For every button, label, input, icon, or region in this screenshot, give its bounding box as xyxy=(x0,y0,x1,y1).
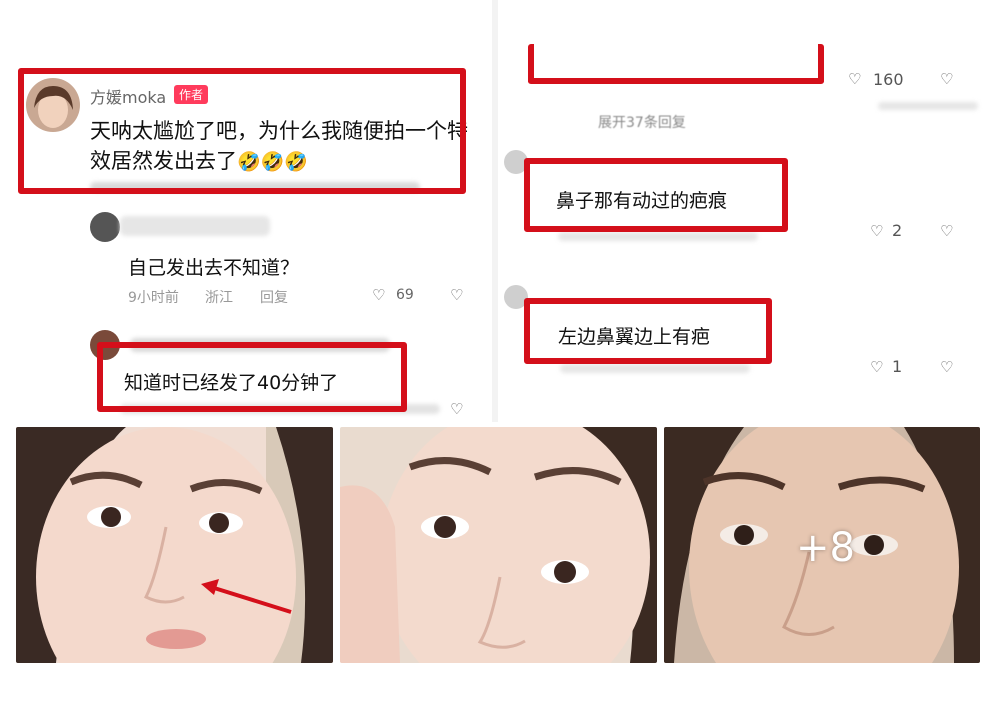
reply1-avatar[interactable] xyxy=(90,212,120,242)
expand-replies-button[interactable]: 展开37条回复 xyxy=(598,112,686,132)
broken-heart-icon[interactable]: ♡ xyxy=(450,288,463,303)
reply1-reply-button[interactable]: 回复 xyxy=(260,287,288,307)
top-like-count: 160 xyxy=(873,70,904,89)
reply1-text: 自己发出去不知道？ xyxy=(128,257,300,279)
highlight-box-c2 xyxy=(524,298,772,364)
left-comment-screenshot: 方媛moka 作者 天呐太尴尬了吧，为什么我随便拍一个特 效居然发出去了🤣🤣🤣 … xyxy=(0,0,492,422)
c2-like-count: 1 xyxy=(892,357,903,376)
broken-heart-icon-c1[interactable]: ♡ xyxy=(940,224,953,239)
reply1-time: 9小时前 xyxy=(128,290,179,306)
highlight-box-reply2 xyxy=(97,342,407,412)
broken-heart-icon-c2[interactable]: ♡ xyxy=(940,360,953,375)
highlight-box-c1 xyxy=(524,158,788,232)
c1-like-count: 2 xyxy=(892,221,903,240)
reply1-location: 浙江 xyxy=(205,290,233,306)
more-photos-count[interactable]: +8 xyxy=(796,525,855,571)
reply1-like-count: 69 xyxy=(396,287,414,303)
c2-blurred-meta xyxy=(560,364,750,373)
highlight-box-author xyxy=(18,68,466,194)
selfie-photo-1[interactable] xyxy=(16,427,333,663)
heart-outline-icon[interactable]: ♡ xyxy=(372,288,385,303)
broken-heart-icon-top[interactable]: ♡ xyxy=(940,72,953,87)
heart-outline-icon-c1[interactable]: ♡ xyxy=(870,224,883,239)
right-comment-screenshot: ♡ 160 ♡ 展开37条回复 鼻子那有动过的疤痕 ♡ 2 ♡ 左边鼻翼边上有疤… xyxy=(498,0,1000,422)
c1-blurred-meta xyxy=(558,232,758,241)
highlight-box-top-cut xyxy=(528,44,824,84)
broken-heart-icon-2[interactable]: ♡ xyxy=(450,402,463,417)
heart-outline-icon-c2[interactable]: ♡ xyxy=(870,360,883,375)
reply1-blurred-username xyxy=(120,216,270,236)
selfie-photo-2[interactable] xyxy=(340,427,657,663)
top-blurred-meta xyxy=(878,102,978,110)
heart-outline-icon-top[interactable]: ♡ xyxy=(848,72,861,87)
